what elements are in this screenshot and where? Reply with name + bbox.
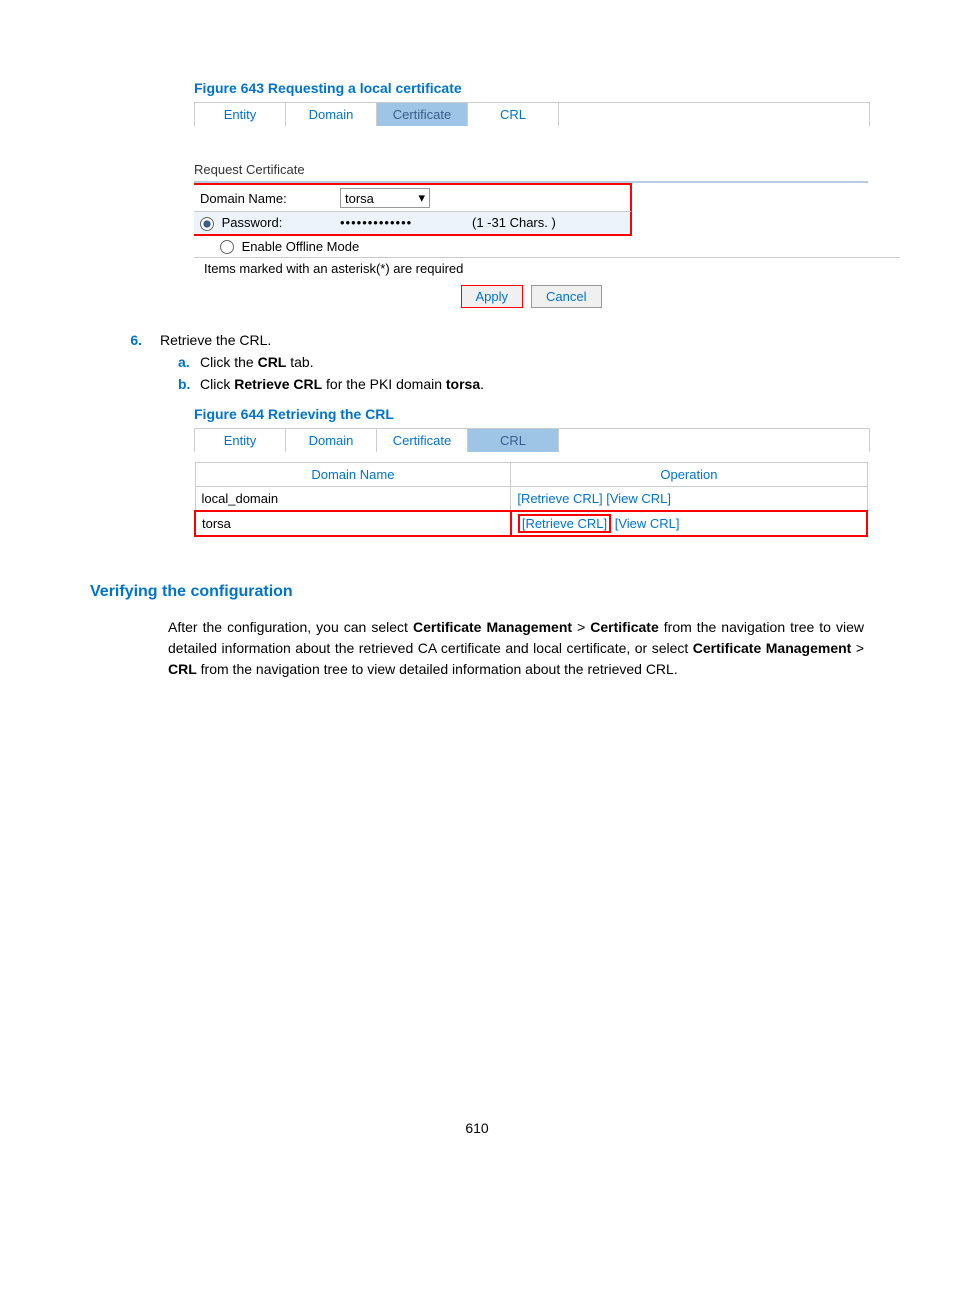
- step6a-text: Click the CRL tab.: [200, 354, 314, 370]
- cell-op-local: [Retrieve CRL] [View CRL]: [511, 487, 867, 512]
- figure644-tabs: Entity Domain Certificate CRL: [194, 428, 870, 452]
- view-crl-link[interactable]: [View CRL]: [606, 491, 671, 506]
- domain-name-select[interactable]: torsa ▾: [340, 188, 430, 208]
- step6a: a. Click the CRL tab.: [178, 354, 864, 370]
- col-operation: Operation: [511, 463, 867, 487]
- table-row: local_domain [Retrieve CRL] [View CRL]: [195, 487, 867, 512]
- page-number: 610: [90, 1120, 864, 1136]
- radio-password-icon[interactable]: [200, 217, 214, 231]
- step6b: b. Click Retrieve CRL for the PKI domain…: [178, 376, 864, 392]
- password-label-wrap: Password:: [200, 215, 340, 231]
- password-field[interactable]: •••••••••••••: [340, 215, 472, 230]
- table-row-highlight: torsa [Retrieve CRL] [View CRL]: [195, 511, 867, 536]
- crl-table: Domain Name Operation local_domain [Retr…: [194, 462, 868, 537]
- step6-text: Retrieve the CRL.: [160, 332, 271, 348]
- password-label: Password:: [222, 215, 283, 230]
- figure644-caption: Figure 644 Retrieving the CRL: [194, 406, 864, 422]
- apply-button[interactable]: Apply: [461, 285, 524, 308]
- domain-name-label: Domain Name:: [200, 191, 340, 206]
- cancel-button[interactable]: Cancel: [531, 285, 601, 308]
- radio-offline-icon[interactable]: [220, 240, 234, 254]
- tab-certificate-2[interactable]: Certificate: [377, 429, 468, 452]
- retrieve-crl-link-torsa[interactable]: [Retrieve CRL]: [518, 514, 611, 533]
- tab-spacer: [559, 103, 869, 126]
- required-note: Items marked with an asterisk(*) are req…: [194, 258, 884, 279]
- step6: 6. Retrieve the CRL.: [90, 332, 864, 348]
- figure643-caption: Figure 643 Requesting a local certificat…: [194, 80, 864, 96]
- tab-entity-2[interactable]: Entity: [195, 429, 286, 452]
- tab-certificate[interactable]: Certificate: [377, 103, 468, 126]
- cell-domain-local: local_domain: [195, 487, 511, 512]
- verify-heading: Verifying the configuration: [90, 583, 864, 601]
- cell-domain-torsa: torsa: [195, 511, 511, 536]
- cell-op-torsa: [Retrieve CRL] [View CRL]: [511, 511, 867, 536]
- tab-crl-2[interactable]: CRL: [468, 429, 559, 452]
- retrieve-crl-link[interactable]: [Retrieve CRL]: [517, 491, 602, 506]
- request-certificate-title: Request Certificate: [194, 162, 864, 177]
- password-hint: (1 -31 Chars. ): [472, 215, 556, 230]
- domain-name-value: torsa: [345, 191, 374, 206]
- step6a-letter: a.: [178, 354, 200, 370]
- step6b-text: Click Retrieve CRL for the PKI domain to…: [200, 376, 484, 392]
- offline-mode-row: Enable Offline Mode: [194, 236, 900, 259]
- tab-entity[interactable]: Entity: [195, 103, 286, 126]
- col-domain-name: Domain Name: [195, 463, 511, 487]
- chevron-down-icon: ▾: [418, 190, 425, 206]
- step6b-letter: b.: [178, 376, 200, 392]
- tab-domain-2[interactable]: Domain: [286, 429, 377, 452]
- tab-crl[interactable]: CRL: [468, 103, 559, 126]
- offline-mode-label: Enable Offline Mode: [242, 239, 360, 254]
- tab-domain[interactable]: Domain: [286, 103, 377, 126]
- button-row: Apply Cancel: [194, 285, 868, 308]
- crl-table-wrapper: Domain Name Operation local_domain [Retr…: [194, 462, 868, 537]
- view-crl-link-torsa[interactable]: [View CRL]: [615, 516, 680, 531]
- figure643-tabs: Entity Domain Certificate CRL: [194, 102, 870, 126]
- verify-paragraph: After the configuration, you can select …: [168, 617, 864, 680]
- tab-spacer-2: [559, 429, 869, 452]
- step6-number: 6.: [90, 332, 160, 348]
